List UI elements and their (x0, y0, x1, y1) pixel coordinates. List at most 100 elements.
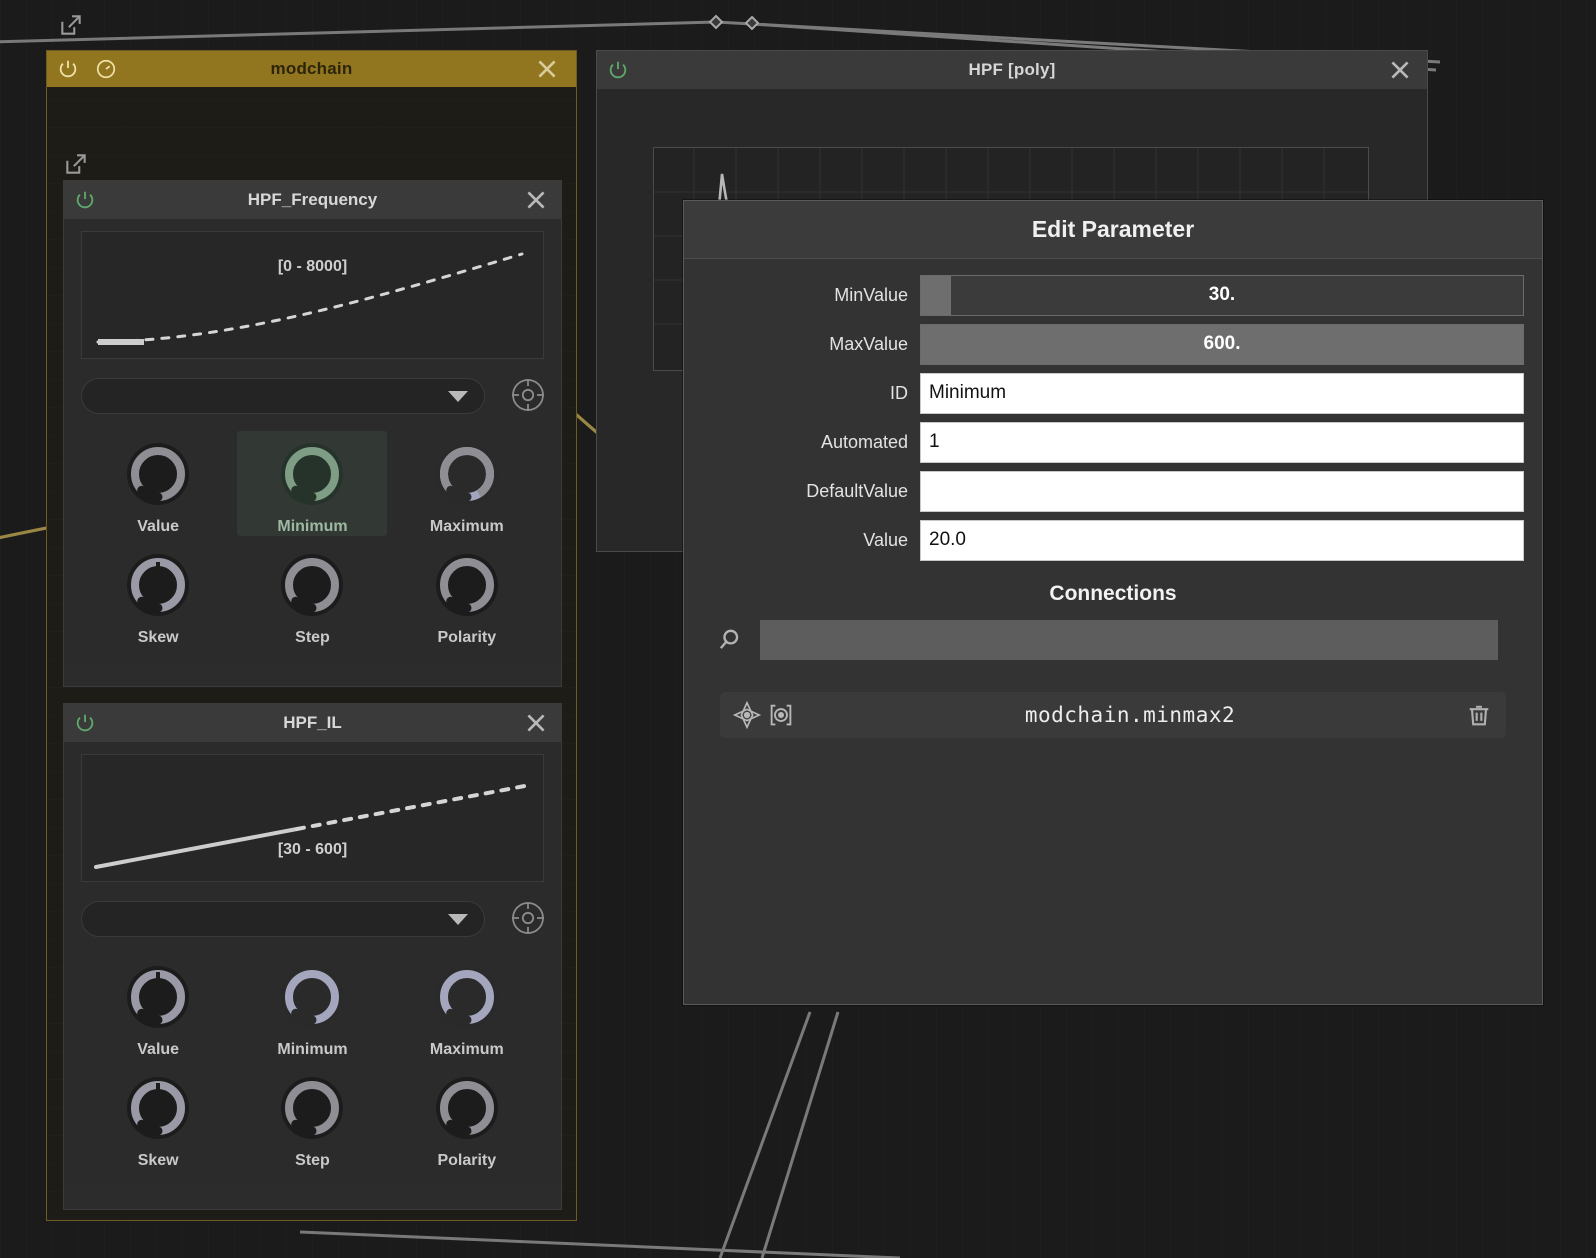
knob-grid: Value Minimum Maximum Skew Step Polarity (81, 954, 544, 1170)
knob-label: Skew (137, 1152, 179, 1169)
crosshair-icon[interactable] (508, 375, 548, 415)
value-input[interactable]: 20.0 (920, 519, 1524, 561)
hpf-poly-header: HPF [poly] (597, 51, 1427, 89)
knob-dial[interactable] (430, 1071, 504, 1145)
knob-dial[interactable] (121, 437, 195, 511)
field-maxvalue: MaxValue 600. (702, 322, 1524, 366)
knob-label: Minimum (277, 1041, 348, 1058)
slider-value: 30. (1208, 284, 1236, 305)
trash-icon[interactable] (1462, 698, 1496, 732)
field-label: ID (890, 382, 908, 403)
knob-row: Value Minimum Maximum (81, 954, 544, 1059)
knob-label: Polarity (437, 629, 497, 646)
connections-list: modchain.minmax2 (702, 692, 1524, 738)
hpf-poly-title: HPF [poly] (968, 60, 1056, 79)
modulator-dropdown[interactable] (81, 378, 485, 414)
knob-value[interactable]: Value (83, 431, 233, 536)
field-label: Value (863, 529, 908, 550)
knob-step[interactable]: Step (237, 542, 387, 647)
module-body: [30 - 600] Value Minimum Maximum Skew St… (64, 742, 561, 1186)
knob-skew[interactable]: Skew (83, 1065, 233, 1170)
clock-icon[interactable] (95, 58, 117, 80)
connections-heading: Connections (1049, 582, 1177, 605)
close-icon[interactable] (521, 708, 551, 738)
knob-row: Skew Step Polarity (81, 1065, 544, 1170)
connections-search-row (702, 618, 1524, 662)
editor-canvas: modchain HPF_Frequency [0 - 8000] Value … (0, 0, 1596, 1258)
knob-dial[interactable] (275, 548, 349, 622)
knob-dial[interactable] (430, 437, 504, 511)
external-link-icon[interactable] (58, 12, 84, 38)
module-header: HPF_Frequency (64, 181, 561, 219)
knob-label: Value (137, 1041, 180, 1058)
snapshot-icon[interactable] (764, 698, 798, 732)
chevron-down-icon (448, 914, 468, 925)
module-header: HPF_IL (64, 704, 561, 742)
field-label: Automated (820, 431, 908, 452)
knob-label: Step (295, 1152, 330, 1169)
modulator-select-row (81, 898, 544, 940)
knob-maximum[interactable]: Maximum (392, 954, 542, 1059)
knob-label: Maximum (429, 518, 504, 535)
knob-dial[interactable] (430, 960, 504, 1034)
knob-maximum[interactable]: Maximum (392, 431, 542, 536)
knob-label: Value (137, 518, 180, 535)
knob-minimum[interactable]: Minimum (237, 954, 387, 1059)
curve-display-linear[interactable]: [30 - 600] (81, 754, 544, 882)
knob-skew[interactable]: Skew (83, 542, 233, 647)
maxvalue-slider[interactable]: 600. (920, 323, 1524, 365)
connection-item[interactable]: modchain.minmax2 (720, 692, 1506, 738)
connections-search-input[interactable] (760, 620, 1498, 660)
knob-dial[interactable] (121, 1071, 195, 1145)
module-body: [0 - 8000] Value Minimum Maximum Skew St… (64, 219, 561, 663)
search-icon (712, 623, 746, 657)
modchain-body: HPF_Frequency [0 - 8000] Value Minimum M… (47, 87, 576, 1220)
knob-label: Maximum (429, 1041, 504, 1058)
knob-polarity[interactable]: Polarity (392, 542, 542, 647)
field-value: Value 20.0 (702, 518, 1524, 562)
module-hpf-il: HPF_IL [30 - 600] Value Minimum Maximum … (63, 703, 562, 1210)
knob-value[interactable]: Value (83, 954, 233, 1059)
knob-polarity[interactable]: Polarity (392, 1065, 542, 1170)
knob-dial[interactable] (121, 548, 195, 622)
connection-name: modchain.minmax2 (1024, 703, 1236, 727)
field-label: DefaultValue (806, 480, 908, 501)
close-icon[interactable] (1385, 55, 1415, 85)
power-icon[interactable] (74, 712, 96, 734)
knob-minimum[interactable]: Minimum (237, 431, 388, 536)
knob-dial[interactable] (275, 437, 349, 511)
minvalue-slider[interactable]: 30. (920, 274, 1524, 316)
power-icon[interactable] (57, 58, 79, 80)
defaultvalue-input[interactable] (920, 470, 1524, 512)
module-hpf-frequency: HPF_Frequency [0 - 8000] Value Minimum M… (63, 180, 562, 687)
automated-input[interactable]: 1 (920, 421, 1524, 463)
knob-dial[interactable] (275, 1071, 349, 1145)
knob-step[interactable]: Step (237, 1065, 387, 1170)
module-title: HPF_IL (283, 713, 342, 732)
crosshair-icon[interactable] (508, 898, 548, 938)
curve-display-exponential[interactable]: [0 - 8000] (81, 231, 544, 359)
power-icon[interactable] (607, 59, 629, 81)
field-label: MinValue (834, 284, 908, 305)
modulator-dropdown[interactable] (81, 901, 485, 937)
close-icon[interactable] (532, 54, 562, 84)
power-icon[interactable] (74, 189, 96, 211)
knob-dial[interactable] (275, 960, 349, 1034)
modulator-select-row (81, 375, 544, 417)
knob-row: Value Minimum Maximum (81, 431, 544, 536)
knob-label: Skew (137, 629, 179, 646)
knob-dial[interactable] (430, 548, 504, 622)
id-input[interactable]: Minimum (920, 372, 1524, 414)
modchain-panel: modchain HPF_Frequency [0 - 8000] Value … (46, 50, 577, 1221)
crosshair-icon[interactable] (730, 698, 764, 732)
chevron-down-icon (448, 391, 468, 402)
slider-value: 600. (1203, 333, 1241, 354)
knob-label: Step (295, 629, 330, 646)
knob-label: Minimum (277, 518, 348, 535)
close-icon[interactable] (521, 185, 551, 215)
field-automated: Automated 1 (702, 420, 1524, 464)
dialog-title: Edit Parameter (684, 201, 1542, 259)
external-link-icon[interactable] (63, 151, 89, 177)
field-id: ID Minimum (702, 371, 1524, 415)
knob-dial[interactable] (121, 960, 195, 1034)
